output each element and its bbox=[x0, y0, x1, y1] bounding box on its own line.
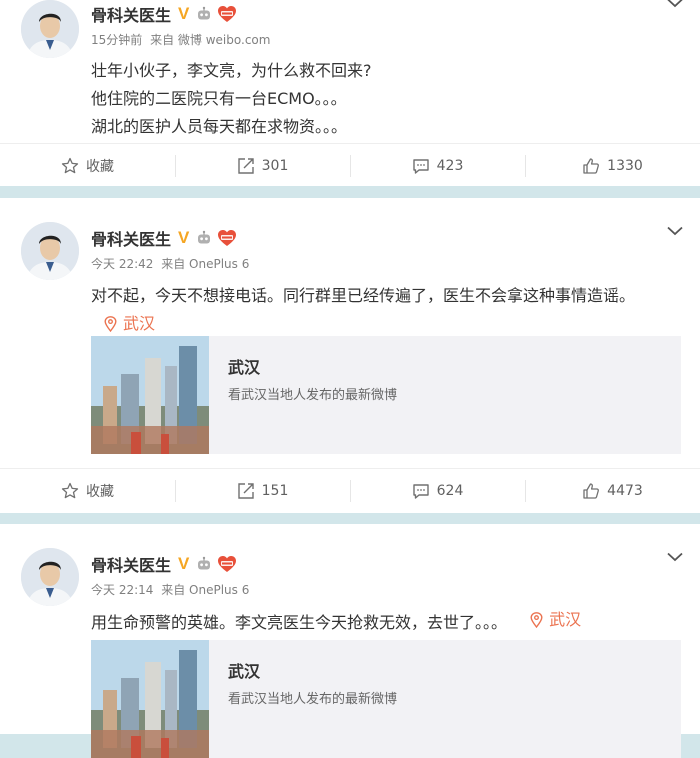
post-source: 来自 微博 weibo.com bbox=[150, 33, 271, 47]
post-meta: 今天 22:14 来自 OnePlus 6 bbox=[91, 581, 253, 598]
favorite-label: 收藏 bbox=[86, 484, 114, 500]
repost-icon bbox=[237, 482, 255, 500]
like-button[interactable]: 1330 bbox=[525, 144, 700, 188]
post-line: 他住院的二医院只有一台ECMO。。。 bbox=[91, 89, 347, 108]
thumbs-up-icon bbox=[582, 157, 600, 175]
repost-count: 151 bbox=[261, 483, 289, 499]
like-button[interactable]: 4473 bbox=[525, 469, 700, 513]
post-time[interactable]: 15分钟前 bbox=[91, 33, 142, 47]
star-icon bbox=[61, 157, 79, 175]
post-source: 来自 OnePlus 6 bbox=[161, 257, 250, 271]
city-thumbnail bbox=[91, 640, 209, 758]
chevron-down-icon[interactable] bbox=[667, 226, 683, 236]
favorite-label: 收藏 bbox=[86, 159, 114, 175]
action-bar: 收藏 151 624 4473 bbox=[0, 468, 700, 513]
post-meta: 15分钟前 来自 微博 weibo.com bbox=[91, 31, 274, 48]
card-title: 武汉 bbox=[228, 358, 261, 377]
location-link[interactable]: 武汉 bbox=[104, 310, 155, 338]
post-time[interactable]: 今天 22:14 bbox=[91, 583, 153, 597]
verified-badge: V bbox=[178, 228, 190, 247]
post-header: 骨科关医生 V 今天 22:14 来自 OnePlus 6 bbox=[91, 553, 253, 598]
location-card[interactable]: 武汉 看武汉当地人发布的最新微博 bbox=[91, 640, 681, 758]
robot-icon bbox=[196, 230, 212, 246]
repost-icon bbox=[237, 157, 255, 175]
repost-count: 301 bbox=[261, 158, 289, 174]
comment-icon bbox=[412, 157, 430, 175]
post-text: 对不起，今天不想接电话。同行群里已经传遍了，医生不会拿这种事情造谣。 武汉 bbox=[91, 282, 635, 341]
post-line: 用生命预警的英雄。李文亮医生今天抢救无效，去世了。。。 bbox=[91, 613, 508, 632]
comment-icon bbox=[412, 482, 430, 500]
post-time[interactable]: 今天 22:42 bbox=[91, 257, 153, 271]
location-link[interactable]: 武汉 bbox=[530, 606, 581, 634]
weibo-post-2: 骨科关医生 V 今天 22:42 来自 OnePlus 6 对不起，今天不想接电… bbox=[0, 198, 700, 513]
repost-button[interactable]: 151 bbox=[175, 469, 350, 513]
post-line: 对不起，今天不想接电话。同行群里已经传遍了，医生不会拿这种事情造谣。 bbox=[91, 286, 636, 305]
username[interactable]: 骨科关医生 bbox=[91, 226, 171, 250]
action-bar: 收藏 301 423 1330 bbox=[0, 143, 700, 188]
username[interactable]: 骨科关医生 bbox=[91, 2, 171, 26]
chevron-down-icon[interactable] bbox=[667, 552, 683, 562]
post-header: 骨科关医生 V 今天 22:42 来自 OnePlus 6 bbox=[91, 227, 253, 272]
robot-icon bbox=[196, 6, 212, 22]
card-title: 武汉 bbox=[228, 662, 261, 681]
post-text: 用生命预警的英雄。李文亮医生今天抢救无效，去世了。。。 武汉 bbox=[91, 606, 581, 637]
comment-button[interactable]: 423 bbox=[350, 144, 525, 188]
repost-button[interactable]: 301 bbox=[175, 144, 350, 188]
location-label: 武汉 bbox=[549, 610, 582, 629]
post-source: 来自 OnePlus 6 bbox=[161, 583, 250, 597]
comment-button[interactable]: 624 bbox=[350, 469, 525, 513]
post-line: 壮年小伙子，李文亮，为什么救不回来? bbox=[91, 61, 372, 80]
avatar[interactable] bbox=[21, 548, 79, 606]
thumbs-up-icon bbox=[582, 482, 600, 500]
post-text: 壮年小伙子，李文亮，为什么救不回来? 他住院的二医院只有一台ECMO。。。 湖北… bbox=[91, 57, 372, 141]
post-meta: 今天 22:42 来自 OnePlus 6 bbox=[91, 255, 253, 272]
fan-heart-icon bbox=[217, 229, 237, 247]
post-header: 骨科关医生 V 15分钟前 来自 微博 weibo.com bbox=[91, 3, 274, 48]
location-card[interactable]: 武汉 看武汉当地人发布的最新微博 bbox=[91, 336, 681, 454]
verified-badge: V bbox=[178, 554, 190, 573]
like-count: 4473 bbox=[607, 483, 643, 499]
location-pin-icon bbox=[530, 612, 543, 628]
weibo-post-1: 骨科关医生 V 15分钟前 来自 微博 weibo.com 壮年小伙子，李文亮，… bbox=[0, 0, 700, 186]
avatar[interactable] bbox=[21, 0, 79, 58]
fan-heart-icon bbox=[217, 5, 237, 23]
city-thumbnail bbox=[91, 336, 209, 454]
chevron-down-icon[interactable] bbox=[667, 0, 683, 8]
location-label: 武汉 bbox=[123, 314, 156, 333]
comment-count: 624 bbox=[436, 483, 464, 499]
like-count: 1330 bbox=[607, 158, 643, 174]
star-icon bbox=[61, 482, 79, 500]
robot-icon bbox=[196, 556, 212, 572]
comment-count: 423 bbox=[436, 158, 464, 174]
location-pin-icon bbox=[104, 316, 117, 332]
card-description: 看武汉当地人发布的最新微博 bbox=[228, 388, 398, 403]
fan-heart-icon bbox=[217, 555, 237, 573]
verified-badge: V bbox=[178, 4, 190, 23]
weibo-post-3: 骨科关医生 V 今天 22:14 来自 OnePlus 6 用生命预警的英雄。李… bbox=[0, 524, 700, 758]
avatar[interactable] bbox=[21, 222, 79, 280]
favorite-button[interactable]: 收藏 bbox=[0, 469, 175, 513]
post-line: 湖北的医护人员每天都在求物资。。。 bbox=[91, 117, 348, 136]
username[interactable]: 骨科关医生 bbox=[91, 552, 171, 576]
favorite-button[interactable]: 收藏 bbox=[0, 144, 175, 188]
card-description: 看武汉当地人发布的最新微博 bbox=[228, 692, 398, 707]
